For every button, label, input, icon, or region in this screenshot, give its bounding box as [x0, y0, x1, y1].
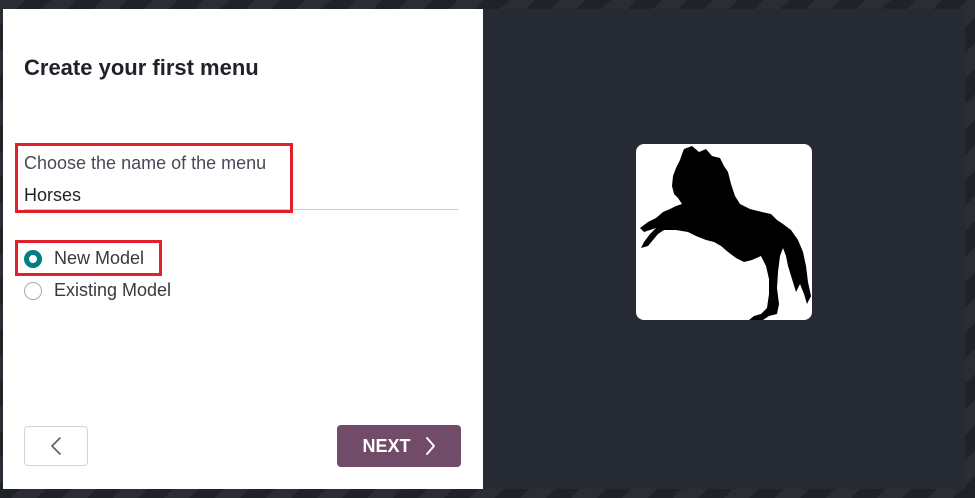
form-panel: Create your first menu Choose the name o… [3, 9, 483, 489]
next-button[interactable]: NEXT [337, 425, 461, 467]
app-creator-dialog: Create your first menu Choose the name o… [3, 9, 965, 489]
new-model-radio[interactable] [24, 249, 42, 268]
dialog-title: Create your first menu [24, 55, 259, 80]
existing-model-label: Existing Model [54, 280, 172, 300]
preview-panel [483, 9, 965, 489]
chevron-left-icon [51, 437, 61, 455]
back-button[interactable] [24, 426, 88, 466]
next-button-label: NEXT [362, 435, 411, 456]
existing-model-option[interactable]: Existing Model [24, 280, 171, 301]
existing-model-radio[interactable] [24, 281, 42, 300]
menu-name-label: Choose the name of the menu [24, 153, 267, 173]
menu-name-input[interactable] [24, 181, 458, 210]
new-model-option[interactable]: New Model [24, 248, 144, 269]
new-model-label: New Model [54, 248, 145, 268]
horse-icon [640, 146, 811, 320]
menu-icon-preview[interactable] [636, 144, 812, 320]
chevron-right-icon [425, 437, 435, 455]
